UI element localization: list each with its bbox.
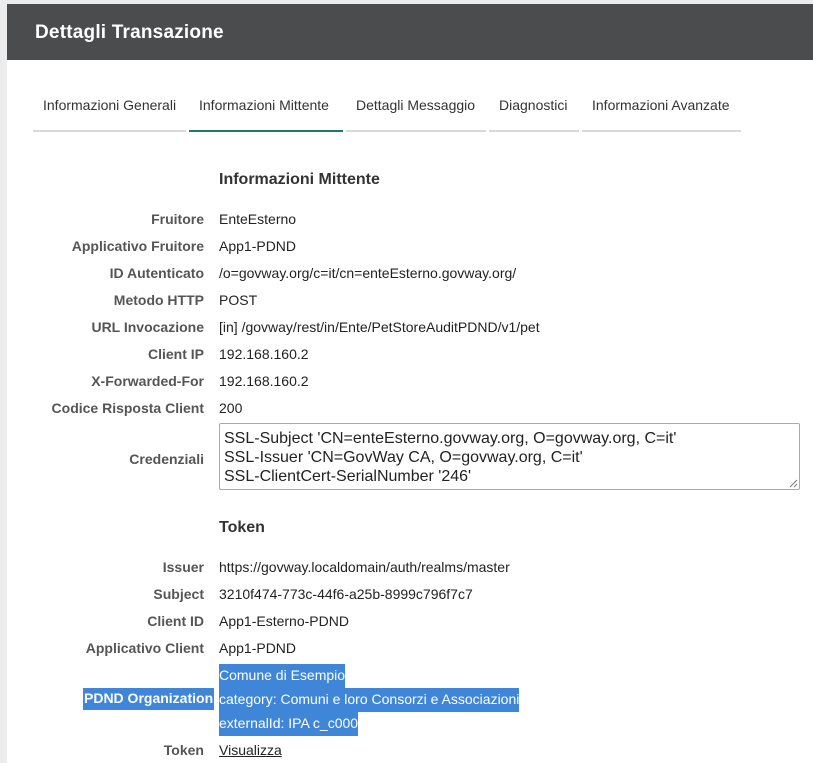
tab-diagnostici[interactable]: Diagnostici [489,60,579,132]
tab-informazioni-mittente[interactable]: Informazioni Mittente [189,60,343,132]
field-label: Subject [153,586,204,602]
tab-label: Informazioni Avanzate [592,97,730,113]
field-row: Issuer https://govway.localdomain/auth/r… [7,553,813,580]
field-value: 192.168.160.2 [219,346,309,362]
field-row: Subject 3210f474-773c-44f6-a25b-8999c796… [7,580,813,607]
tab-label: Informazioni Generali [43,97,177,113]
field-value: POST [219,292,258,308]
field-label: Token [163,742,204,758]
pdnd-line: category: Comuni e loro Consorzi e Assoc… [219,688,520,712]
field-label: Client IP [147,346,204,362]
field-row: Codice Risposta Client 200 [7,394,813,421]
field-row: URL Invocazione [in] /govway/rest/in/Ent… [7,313,813,340]
tab-informazioni-avanzate[interactable]: Informazioni Avanzate [582,60,741,132]
field-label: Codice Risposta Client [51,400,204,416]
pdnd-line: Comune di Esempio [219,664,346,688]
field-value: [in] /govway/rest/in/Ente/PetStoreAuditP… [219,319,540,335]
tab-label: Dettagli Messaggio [356,97,476,113]
section-title-token: Token [219,519,265,536]
field-row: ID Autenticato /o=govway.org/c=it/cn=ent… [7,259,813,286]
field-value: https://govway.localdomain/auth/realms/m… [219,559,510,575]
field-label: Metodo HTTP [113,292,204,308]
section-title-mittente: Informazioni Mittente [219,171,380,188]
field-value: 3210f474-773c-44f6-a25b-8999c796f7c7 [219,586,473,602]
resize-grip-icon[interactable] [789,479,798,488]
visualizza-token-link[interactable]: Visualizza [219,742,282,758]
tab-label: Informazioni Mittente [199,97,329,113]
field-label: Applicativo Fruitore [71,238,204,254]
pdnd-line: externalId: IPA c_c000 [219,712,359,736]
pdnd-organization-label: PDND Organization [83,688,215,710]
field-row: Client ID App1-Esterno-PDND [7,607,813,634]
field-label: URL Invocazione [91,319,204,335]
field-value: 200 [219,400,243,416]
field-row: Applicativo Fruitore App1-PDND [7,232,813,259]
page-header: Dettagli Transazione [7,4,813,60]
field-value: 192.168.160.2 [219,373,309,389]
credenziali-line: SSL-Subject 'CN=enteEsterno.govway.org, … [224,430,677,447]
field-row: Metodo HTTP POST [7,286,813,313]
field-label: Client ID [147,613,204,629]
tab-dettagli-messaggio[interactable]: Dettagli Messaggio [346,60,486,132]
field-label: Issuer [162,559,204,575]
credenziali-textarea[interactable]: SSL-Subject 'CN=enteEsterno.govway.org, … [219,423,800,490]
page-title: Dettagli Transazione [35,22,224,43]
credenziali-line: SSL-Issuer 'CN=GovWay CA, O=govway.org, … [224,449,583,466]
credenziali-label: Credenziali [129,451,204,467]
pdnd-organization-value: Comune di Esempio category: Comuni e lor… [219,664,520,736]
field-row: Token Visualizza [7,736,813,763]
field-value: App1-PDND [219,238,297,254]
field-row: Fruitore EnteEsterno [7,205,813,232]
credenziali-line: SSL-ClientCert-SerialNumber '246' [224,468,472,485]
field-label: X-Forwarded-For [91,373,204,389]
field-row: X-Forwarded-For 192.168.160.2 [7,367,813,394]
field-value: App1-Esterno-PDND [219,613,349,629]
tab-informazioni-generali[interactable]: Informazioni Generali [33,60,186,132]
field-value: EnteEsterno [219,211,297,227]
tab-label: Diagnostici [499,97,568,113]
details-panel: Informazioni Generali Informazioni Mitte… [7,60,813,763]
field-row: Applicativo Client App1-PDND [7,634,813,661]
field-row: Client IP 192.168.160.2 [7,340,813,367]
field-value: /o=govway.org/c=it/cn=enteEsterno.govway… [219,265,517,281]
field-label: ID Autenticato [109,265,204,281]
field-value: App1-PDND [219,640,297,656]
field-label: Fruitore [151,211,204,227]
field-label: Applicativo Client [85,640,204,656]
